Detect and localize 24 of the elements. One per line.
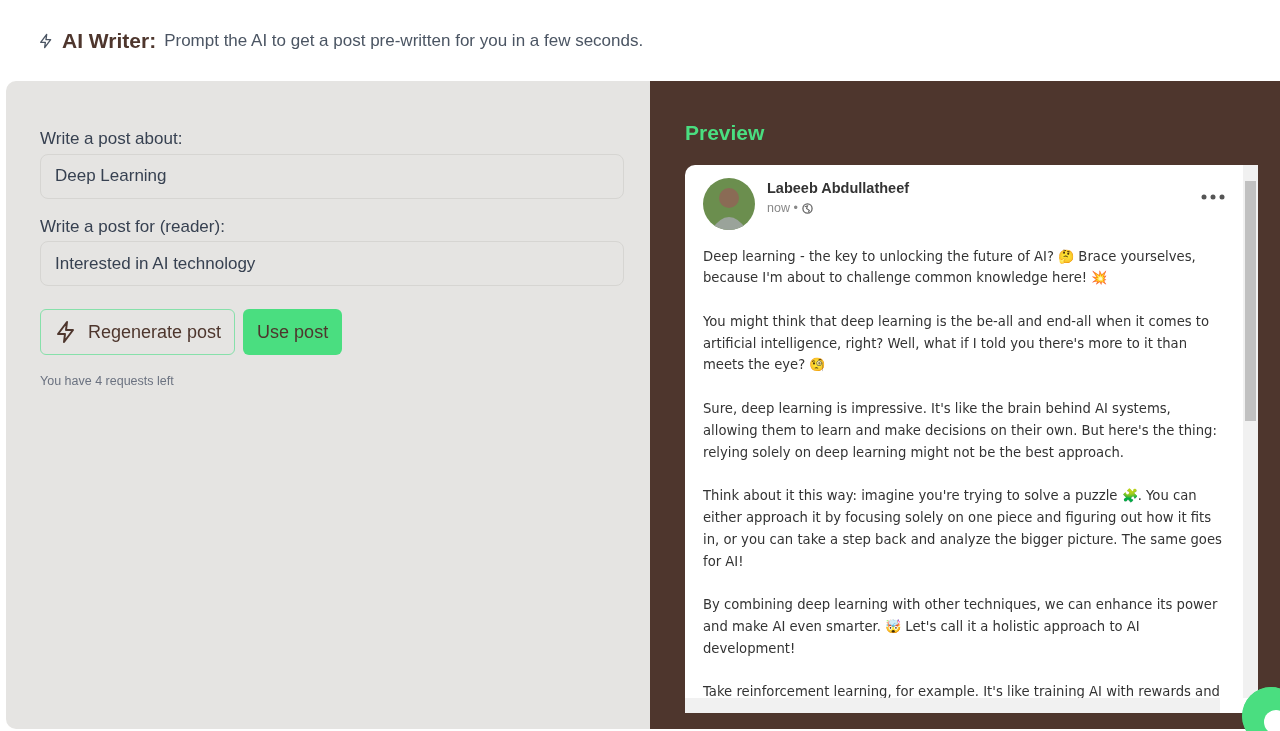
scrollbar[interactable] <box>1243 164 1258 699</box>
post-paragraph: By combining deep learning with other techniques, we can enhance its power and make AI even smarter. 🤯 Let's call it a holistic approach to AI development! <box>703 596 1219 658</box>
post-paragraph: Sure, deep learning is impressive. It's like the brain behind AI systems, allowing them to learn and make decisions on their own. But here's the thing: relying solely on deep learning might not be the best approach. <box>703 400 1218 462</box>
post-paragraph: You might think that deep learning is the be-all and end-all when it comes to artificial intelligence, right? Well, what if I told you there's more to it than meets the eye? 🧐 <box>703 312 1211 375</box>
use-post-button[interactable]: Use post <box>243 309 343 355</box>
post-paragraph: Think about it this way: imagine you're trying to solve a puzzle 🧩. You can either approach it by focusing solely on one piece and figuring out how it fits in, or you can take a step back and analyze the bigger picture. The same goes for AI! <box>703 487 1223 571</box>
input-field[interactable]: Interested in AI technology <box>40 241 624 286</box>
avatar <box>703 177 755 230</box>
horizontal-scrollbar[interactable] <box>685 698 1220 713</box>
post-time: now • <box>767 200 798 218</box>
more-icon[interactable] <box>1201 193 1225 200</box>
page-subtitle: Prompt the AI to get a post pre-written for you in a few seconds. <box>164 29 644 52</box>
globe-icon <box>801 203 813 215</box>
input-field[interactable]: Deep Learning <box>40 153 624 199</box>
field-label: Write a post for (reader): <box>40 215 226 238</box>
lightning-icon <box>38 32 54 49</box>
page-title: AI Writer: <box>62 27 157 54</box>
field-label: Write a post about: <box>40 128 184 150</box>
regenerate-button[interactable]: Regenerate post <box>40 309 236 355</box>
author-name[interactable]: Labeeb Abdullatheef <box>767 177 1193 200</box>
post-paragraph: Take reinforcement learning, for example. It's like training AI with rewards and <box>703 683 1221 699</box>
post-paragraph: Deep learning - the key to unlocking the future of AI? 🤔 Brace yourselves, because I'm about to challenge common knowledge here! 💥 <box>703 247 1197 288</box>
requests-left-text: You have 4 requests left <box>40 373 175 390</box>
preview-title: Preview <box>685 120 766 146</box>
